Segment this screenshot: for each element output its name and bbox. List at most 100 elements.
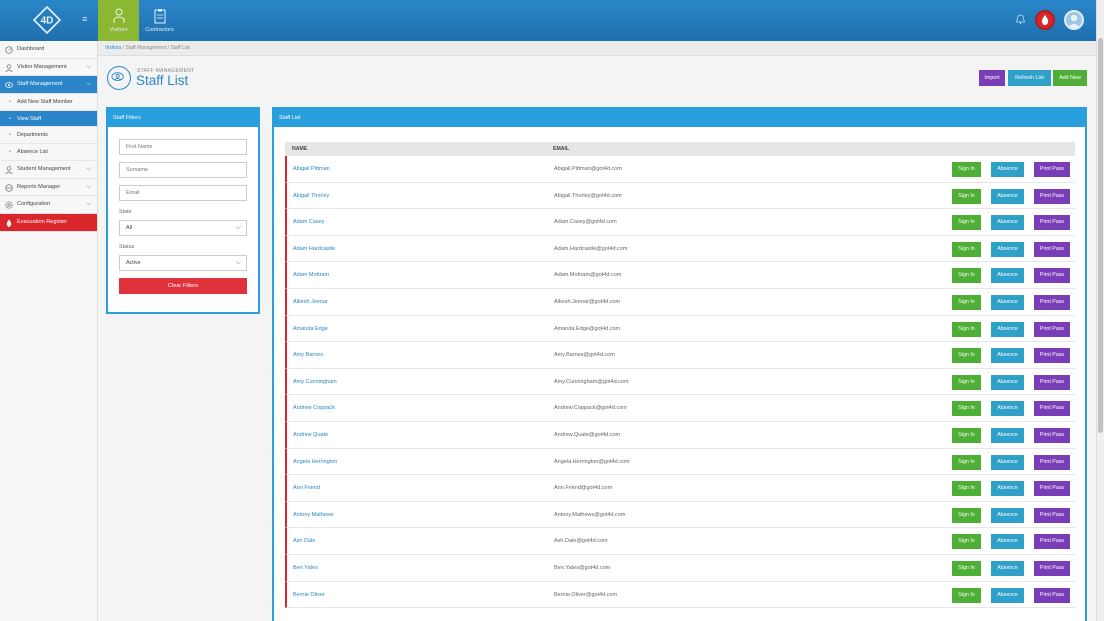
page-scrollbar[interactable] xyxy=(1096,0,1104,621)
absence-button[interactable]: Absence xyxy=(991,560,1024,576)
4d-logo[interactable]: 4D xyxy=(33,6,61,34)
print-pass-button[interactable]: Print Pass xyxy=(1034,268,1070,284)
sign-in-button[interactable]: Sign In xyxy=(952,507,981,523)
staff-name-link[interactable]: Adam Mottram xyxy=(293,262,329,288)
print-pass-button[interactable]: Print Pass xyxy=(1034,162,1070,177)
sidebar-item-dashboard[interactable]: Dashboard xyxy=(0,41,97,59)
absence-button[interactable]: Absence xyxy=(991,241,1024,257)
staff-name-link[interactable]: Amy Cunningham xyxy=(293,369,337,395)
sidebar-item-departments[interactable]: Departments xyxy=(0,127,97,145)
print-pass-button[interactable]: Print Pass xyxy=(1034,215,1070,231)
print-pass-button[interactable]: Print Pass xyxy=(1034,587,1070,603)
staff-name-link[interactable]: Ann Friend xyxy=(293,475,320,501)
staff-name-link[interactable]: Bernie Oliver xyxy=(293,582,325,608)
absence-button[interactable]: Absence xyxy=(991,481,1024,497)
sidebar-item-absence-list[interactable]: Absence List xyxy=(0,144,97,161)
nav-contractors[interactable]: Contractors xyxy=(139,0,180,41)
absence-button[interactable]: Absence xyxy=(991,534,1024,550)
print-pass-button[interactable]: Print Pass xyxy=(1034,188,1070,204)
nav-visitors[interactable]: Visitors xyxy=(98,0,139,41)
staff-name-link[interactable]: Angela Herrington xyxy=(293,449,337,475)
absence-button[interactable]: Absence xyxy=(991,374,1024,390)
staff-name-link[interactable]: Abigail Pittman xyxy=(293,156,330,182)
sign-in-button[interactable]: Sign In xyxy=(952,454,981,470)
absence-button[interactable]: Absence xyxy=(991,294,1024,310)
print-pass-button[interactable]: Print Pass xyxy=(1034,348,1070,364)
staff-name-link[interactable]: Andrew Coppack xyxy=(293,395,335,421)
staff-name-link[interactable]: Antony Mathews xyxy=(293,502,334,528)
sidebar-item-staff-management[interactable]: Staff Management ⌵ xyxy=(0,76,97,95)
absence-button[interactable]: Absence xyxy=(991,427,1024,443)
sign-in-button[interactable]: Sign In xyxy=(952,162,981,177)
surname-input[interactable] xyxy=(119,162,247,178)
print-pass-button[interactable]: Print Pass xyxy=(1034,454,1070,470)
sidebar-item-evacuation-register[interactable]: Evacuation Register xyxy=(0,213,97,232)
bell-icon[interactable] xyxy=(1016,14,1025,24)
print-pass-button[interactable]: Print Pass xyxy=(1034,321,1070,337)
column-header-email[interactable]: EMAIL xyxy=(553,142,569,156)
absence-button[interactable]: Absence xyxy=(991,268,1024,284)
print-pass-button[interactable]: Print Pass xyxy=(1034,481,1070,497)
staff-name-link[interactable]: Amanda Edge xyxy=(293,316,328,342)
state-select[interactable]: All ⌵ xyxy=(119,220,247,236)
staff-name-link[interactable]: Abigail Thorley xyxy=(293,183,329,209)
sign-in-button[interactable]: Sign In xyxy=(952,401,981,417)
print-pass-button[interactable]: Print Pass xyxy=(1034,294,1070,310)
evacuation-alert-button[interactable] xyxy=(1035,10,1055,30)
print-pass-button[interactable]: Print Pass xyxy=(1034,374,1070,390)
print-pass-button[interactable]: Print Pass xyxy=(1034,560,1070,576)
scrollbar-thumb[interactable] xyxy=(1098,38,1103,433)
absence-button[interactable]: Absence xyxy=(991,162,1024,177)
menu-toggle-icon[interactable]: ≡ xyxy=(82,15,90,24)
staff-name-link[interactable]: Alkesh Jeenar xyxy=(293,289,328,315)
print-pass-button[interactable]: Print Pass xyxy=(1034,241,1070,257)
user-avatar[interactable] xyxy=(1064,10,1084,30)
absence-button[interactable]: Absence xyxy=(991,215,1024,231)
add-new-button[interactable]: Add New xyxy=(1053,70,1087,86)
staff-name-link[interactable]: Adam Casey xyxy=(293,209,325,235)
sign-in-button[interactable]: Sign In xyxy=(952,188,981,204)
absence-button[interactable]: Absence xyxy=(991,454,1024,470)
refresh-list-button[interactable]: Refresh List xyxy=(1008,70,1051,86)
absence-button[interactable]: Absence xyxy=(991,507,1024,523)
breadcrumb-visitors[interactable]: Visitors xyxy=(105,45,121,51)
sign-in-button[interactable]: Sign In xyxy=(952,321,981,337)
sidebar-item-view-staff[interactable]: View Staff xyxy=(0,110,97,128)
column-header-name[interactable]: NAME xyxy=(292,142,307,156)
email-input[interactable] xyxy=(119,185,247,201)
sign-in-button[interactable]: Sign In xyxy=(952,268,981,284)
sign-in-button[interactable]: Sign In xyxy=(952,481,981,497)
print-pass-button[interactable]: Print Pass xyxy=(1034,427,1070,443)
staff-name-link[interactable]: Andrew Quate xyxy=(293,422,328,448)
absence-button[interactable]: Absence xyxy=(991,401,1024,417)
first-name-input[interactable] xyxy=(119,139,247,155)
sign-in-button[interactable]: Sign In xyxy=(952,215,981,231)
sidebar-item-visitor-management[interactable]: Visitor Management ⌵ xyxy=(0,59,97,77)
sign-in-button[interactable]: Sign In xyxy=(952,294,981,310)
absence-button[interactable]: Absence xyxy=(991,188,1024,204)
clear-filters-button[interactable]: Clear Filters xyxy=(119,278,247,294)
sign-in-button[interactable]: Sign In xyxy=(952,560,981,576)
print-pass-button[interactable]: Print Pass xyxy=(1034,534,1070,550)
sign-in-button[interactable]: Sign In xyxy=(952,587,981,603)
sidebar-item-reports-manager[interactable]: Reports Manager ⌵ xyxy=(0,179,97,197)
absence-button[interactable]: Absence xyxy=(991,321,1024,337)
staff-name-link[interactable]: Ash Dale xyxy=(293,528,315,554)
sign-in-button[interactable]: Sign In xyxy=(952,534,981,550)
import-button[interactable]: Import xyxy=(979,70,1005,86)
staff-name-link[interactable]: Amy Barnes xyxy=(293,342,323,368)
sidebar-item-add-new-staff[interactable]: Add New Staff Member xyxy=(0,94,97,111)
absence-button[interactable]: Absence xyxy=(991,348,1024,364)
sign-in-button[interactable]: Sign In xyxy=(952,348,981,364)
breadcrumb-staff-management[interactable]: Staff Management xyxy=(125,45,166,51)
print-pass-button[interactable]: Print Pass xyxy=(1034,401,1070,417)
staff-name-link[interactable]: Adam Hardcastle xyxy=(293,236,335,262)
sidebar-item-configuration[interactable]: Configuration ⌵ xyxy=(0,196,97,214)
sign-in-button[interactable]: Sign In xyxy=(952,374,981,390)
sign-in-button[interactable]: Sign In xyxy=(952,241,981,257)
staff-name-link[interactable]: Ben Yates xyxy=(293,555,318,581)
sidebar-item-student-management[interactable]: Student Management ⌵ xyxy=(0,161,97,179)
status-select[interactable]: Active ⌵ xyxy=(119,255,247,271)
absence-button[interactable]: Absence xyxy=(991,587,1024,603)
sign-in-button[interactable]: Sign In xyxy=(952,427,981,443)
